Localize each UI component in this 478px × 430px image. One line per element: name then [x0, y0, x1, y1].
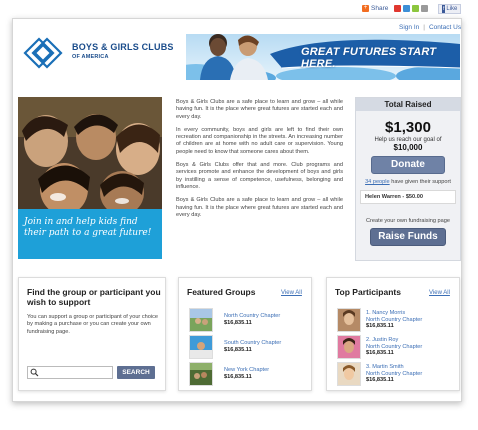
search-icon — [30, 368, 39, 377]
participant-amount: $16,835.11 — [366, 350, 394, 356]
participant-avatar — [337, 362, 361, 386]
participant-name[interactable]: 2. Justin Roy North Country Chapter — [366, 337, 422, 350]
participant-rank-name[interactable]: 1. Nancy Morris — [366, 310, 405, 316]
search-button[interactable]: SEARCH — [117, 366, 155, 379]
bgca-logo-icon[interactable] — [22, 36, 64, 70]
share-label: Share — [371, 5, 389, 12]
participant-chapter[interactable]: North Country Chapter — [366, 317, 422, 323]
top-bar: + Share f Like — [0, 0, 478, 18]
group-thumbnail — [189, 335, 213, 359]
group-name[interactable]: South Country Chapter — [224, 340, 281, 346]
supporters-link[interactable]: 34 people — [365, 179, 390, 185]
share-button[interactable]: + Share — [362, 5, 388, 12]
create-page-text: Create your own fundraising page — [366, 218, 450, 224]
search-box — [27, 366, 113, 379]
group-item[interactable]: New York Chapter $16,835.11 — [189, 362, 307, 386]
find-description: You can support a group or participant o… — [27, 314, 159, 335]
top-participants-panel: Top Participants View All 1. Nancy Morri… — [326, 277, 460, 391]
intro-text: Boys & Girls Clubs are a safe place to l… — [176, 99, 343, 225]
total-raised-panel: Total Raised $1,300 Help us reach our go… — [355, 97, 461, 261]
raise-funds-button[interactable]: Raise Funds — [370, 228, 446, 246]
participant-avatar — [337, 335, 361, 359]
participant-rank-name[interactable]: 2. Justin Roy — [366, 337, 398, 343]
participant-item[interactable]: 1. Nancy Morris North Country Chapter $1… — [337, 308, 455, 332]
sign-in-link[interactable]: Sign In — [399, 24, 419, 31]
participant-item[interactable]: 2. Justin Roy North Country Chapter $16,… — [337, 335, 455, 359]
hero-photo: Join in and help kids find their path to… — [18, 97, 162, 259]
participant-chapter[interactable]: North Country Chapter — [366, 371, 422, 377]
group-name[interactable]: North Country Chapter — [224, 313, 280, 319]
participant-item[interactable]: 3. Martin Smith North Country Chapter $1… — [337, 362, 455, 386]
org-name-line2: OF AMERICA — [72, 54, 109, 60]
total-raised-title: Total Raised — [356, 98, 460, 111]
social-icons — [394, 5, 428, 12]
header-links: Sign In | Contact Us — [399, 24, 461, 31]
search-input[interactable] — [40, 367, 110, 376]
group-amount: $16,835.11 — [224, 320, 252, 326]
participant-avatar — [337, 308, 361, 332]
social-icon-2[interactable] — [403, 5, 410, 12]
groups-view-all-link[interactable]: View All — [281, 290, 302, 296]
donate-button[interactable]: Donate — [371, 156, 445, 174]
group-item[interactable]: South Country Chapter $16,835.11 — [189, 335, 307, 359]
featured-groups-title: Featured Groups — [187, 287, 256, 297]
top-participants-title: Top Participants — [335, 287, 401, 297]
goal-amount: $10,000 — [393, 143, 423, 152]
participant-rank-name[interactable]: 3. Martin Smith — [366, 364, 404, 370]
raised-amount: $1,300 — [385, 119, 431, 136]
kids-photo-image — [18, 97, 162, 215]
social-icon-1[interactable] — [394, 5, 401, 12]
participant-amount: $16,835.11 — [366, 377, 394, 383]
contact-us-link[interactable]: Contact Us — [429, 24, 461, 31]
social-icon-3[interactable] — [412, 5, 419, 12]
participants-view-all-link[interactable]: View All — [429, 290, 450, 296]
intro-paragraph: Boys & Girls Clubs offer that and more. … — [176, 162, 343, 190]
group-name[interactable]: New York Chapter — [224, 367, 269, 373]
group-amount: $16,835.11 — [224, 347, 252, 353]
participant-amount: $16,835.11 — [366, 323, 394, 329]
participant-name[interactable]: 3. Martin Smith North Country Chapter — [366, 364, 422, 377]
share-plus-icon: + — [362, 5, 369, 12]
participant-name[interactable]: 1. Nancy Morris North Country Chapter — [366, 310, 422, 323]
intro-paragraph: Boys & Girls Clubs are a safe place to l… — [176, 99, 343, 120]
find-title: Find the group or participant you wish t… — [27, 287, 161, 307]
intro-paragraph: Boys & Girls Clubs are a safe place to l… — [176, 197, 343, 218]
hero-caption: Join in and help kids find their path to… — [18, 209, 162, 259]
intro-paragraph: In every community, boys and girls are l… — [176, 126, 343, 155]
group-amount: $16,835.11 — [224, 374, 252, 380]
facebook-icon: f — [442, 5, 446, 13]
group-thumbnail — [189, 308, 213, 332]
group-thumbnail — [189, 362, 213, 386]
hero-caption-text: Join in and help kids find their path to… — [24, 217, 152, 238]
like-label: Like — [446, 6, 458, 12]
header-banner: BOYS & GIRLS CLUBS OF AMERICA GREAT FUTU… — [18, 34, 460, 80]
participant-chapter[interactable]: North Country Chapter — [366, 344, 422, 350]
featured-groups-panel: Featured Groups View All North Country C… — [178, 277, 312, 391]
supporters-text: 34 people have given their support — [356, 179, 460, 185]
email-icon[interactable] — [421, 5, 428, 12]
banner-tagline: GREAT FUTURES START HERE. — [301, 46, 437, 70]
group-item[interactable]: North Country Chapter $16,835.11 — [189, 308, 307, 332]
facebook-like-button[interactable]: f Like — [438, 4, 462, 14]
recent-donor: Helen Warren - $50.00 — [360, 190, 456, 204]
supporters-suffix: have given their support — [391, 179, 451, 185]
org-name-line1: BOYS & GIRLS CLUBS — [72, 42, 174, 52]
find-panel: Find the group or participant you wish t… — [18, 277, 166, 391]
org-name: BOYS & GIRLS CLUBS OF AMERICA — [72, 42, 174, 62]
link-separator: | — [423, 24, 425, 31]
